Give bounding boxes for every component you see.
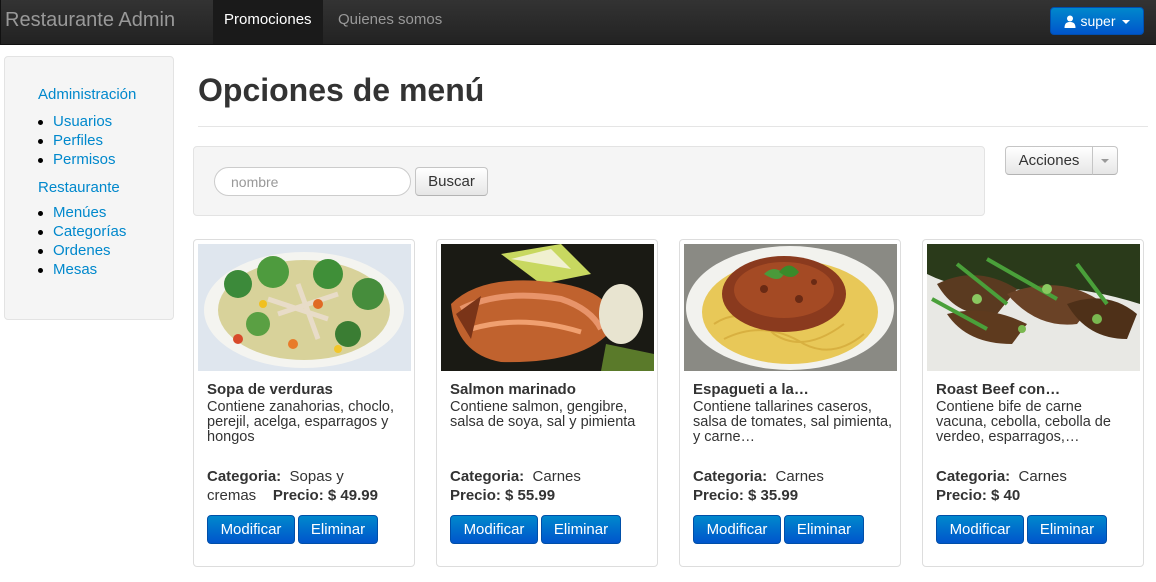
sidebar-list-restaurante: Menúes Categorías Ordenes Mesas <box>35 203 126 279</box>
sidebar-item-mesas[interactable]: Mesas <box>35 260 126 279</box>
nav-link-quienes-somos[interactable]: Quienes somos <box>327 0 453 44</box>
sidebar-item-perfiles[interactable]: Perfiles <box>35 131 116 150</box>
card-category: Carnes <box>775 468 824 485</box>
card-price: $ 35.99 <box>748 487 799 504</box>
card-description: Contiene bife de carne vacuna, cebolla, … <box>936 399 1111 445</box>
card-title: Salmon marinado <box>450 381 576 398</box>
delete-button[interactable]: Eliminar <box>541 515 621 544</box>
delete-button[interactable]: Eliminar <box>298 515 378 544</box>
price-label: Precio: <box>272 487 324 504</box>
sidebar-header-restaurante: Restaurante <box>38 179 120 196</box>
modify-button[interactable]: Modificar <box>207 515 295 544</box>
card-description: Contiene salmon, gengibre, salsa de soya… <box>450 399 636 430</box>
modify-button[interactable]: Modificar <box>450 515 538 544</box>
caret-down-icon <box>1121 20 1130 24</box>
caret-down-icon <box>1101 158 1109 163</box>
card-category: Carnes <box>532 468 581 485</box>
delete-button[interactable]: Eliminar <box>1027 515 1107 544</box>
card-title: Roast Beef con… <box>936 381 1061 398</box>
sidebar-item-permisos[interactable]: Permisos <box>35 150 116 169</box>
card-meta: Categoria: Carnes Precio: $ 40 <box>936 467 1136 505</box>
card-description: Contiene zanahorias, choclo, perejil, ac… <box>207 399 395 445</box>
card-description: Contiene tallarines caseros, salsa de to… <box>693 399 893 445</box>
roast-beef-image <box>927 244 1140 371</box>
sidebar-item-ordenes[interactable]: Ordenes <box>35 241 126 260</box>
page-title: Opciones de menú <box>198 72 485 108</box>
title-divider <box>198 126 1148 127</box>
sidebar-item-categorias[interactable]: Categorías <box>35 222 126 241</box>
card-meta: Categoria: Sopas y cremas Precio: $ 49.9… <box>207 467 407 505</box>
category-label: Categoria: <box>450 468 525 485</box>
card-title: Sopa de verduras <box>207 381 333 398</box>
card-meta: Categoria: Carnes Precio: $ 35.99 <box>693 467 893 505</box>
user-menu-button[interactable]: super <box>1050 7 1144 35</box>
navbar: Restaurante Admin Promociones Quienes so… <box>0 0 1156 45</box>
marinated-salmon-image <box>441 244 654 371</box>
category-label: Categoria: <box>207 468 282 485</box>
actions-button[interactable]: Acciones <box>1005 146 1093 175</box>
spaghetti-bolognese-image <box>684 244 897 371</box>
modify-button[interactable]: Modificar <box>936 515 1024 544</box>
menu-card: Espagueti a la… Contiene tallarines case… <box>679 239 901 567</box>
vegetable-soup-image <box>198 244 411 371</box>
modify-button[interactable]: Modificar <box>693 515 781 544</box>
card-price: $ 55.99 <box>505 487 556 504</box>
card-category: Carnes <box>1018 468 1067 485</box>
sidebar-header-administracion: Administración <box>38 86 137 103</box>
brand-link[interactable]: Restaurante Admin <box>5 9 175 32</box>
nav-link-promociones[interactable]: Promociones <box>213 0 323 44</box>
menu-card: Roast Beef con… Contiene bife de carne v… <box>922 239 1144 567</box>
price-label: Precio: <box>936 487 987 504</box>
sidebar-item-usuarios[interactable]: Usuarios <box>35 112 116 131</box>
card-title: Espagueti a la… <box>693 381 809 398</box>
category-label: Categoria: <box>693 468 768 485</box>
actions-dropdown: Acciones <box>1005 146 1118 175</box>
price-label: Precio: <box>450 487 501 504</box>
card-price: $ 49.99 <box>327 487 378 504</box>
card-price: $ 40 <box>991 487 1021 504</box>
user-name: super <box>1080 13 1116 29</box>
sidebar: Administración Usuarios Perfiles Permiso… <box>4 56 174 320</box>
menu-card: Sopa de verduras Contiene zanahorias, ch… <box>193 239 415 567</box>
sidebar-list-administracion: Usuarios Perfiles Permisos <box>35 112 116 169</box>
delete-button[interactable]: Eliminar <box>784 515 864 544</box>
user-icon <box>1064 15 1076 28</box>
actions-toggle-button[interactable] <box>1092 146 1118 175</box>
sidebar-item-menues[interactable]: Menúes <box>35 203 126 222</box>
category-label: Categoria: <box>936 468 1011 485</box>
menu-card: Salmon marinado Contiene salmon, gengibr… <box>436 239 658 567</box>
search-button[interactable]: Buscar <box>415 167 488 196</box>
price-label: Precio: <box>693 487 744 504</box>
search-panel: Buscar <box>193 146 985 216</box>
search-input[interactable] <box>214 167 411 196</box>
card-meta: Categoria: Carnes Precio: $ 55.99 <box>450 467 650 505</box>
